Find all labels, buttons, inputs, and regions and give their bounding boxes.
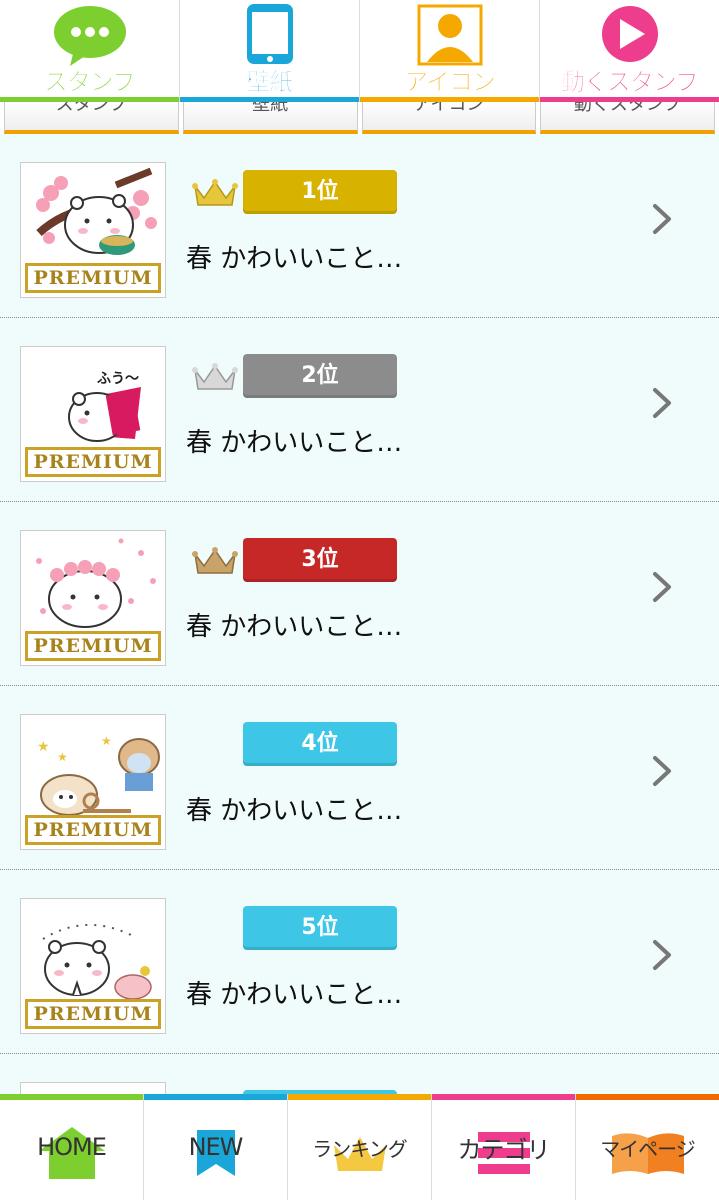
tab-wallpaper-bar	[180, 97, 359, 102]
subtab-icon[interactable]: アイコン	[361, 102, 537, 134]
sub-tabs: スタンプ 壁紙 アイコン 動くスタンプ	[0, 102, 719, 134]
person-icon	[417, 4, 482, 66]
sticker-thumbnail: ★ ★ ★ PREMIUM	[20, 714, 166, 850]
rank-badge: 3位	[243, 538, 397, 582]
nav-ranking-label: ランキング	[312, 1136, 407, 1161]
tab-animated-stamp-label: 動くスタンプ	[560, 68, 700, 97]
subtab-wallpaper[interactable]: 壁紙	[182, 102, 358, 134]
svg-text:★: ★	[37, 739, 50, 755]
chevron-right-icon	[653, 940, 671, 970]
svg-text:★: ★	[101, 734, 112, 748]
app-root: スタンプ 壁紙 アイコン 動くスタンプ スタンプ 壁紙 アイコン 動くスタンプ …	[0, 0, 719, 1200]
tab-icon-label: アイコン	[404, 68, 496, 97]
bronze-crown-icon	[192, 547, 238, 574]
rank-badge: 5位	[243, 906, 397, 950]
sticker-title: 春 かわいいこと…	[186, 428, 403, 458]
nav-home-label: HOME	[37, 1133, 107, 1161]
premium-label: PREMIUM	[25, 447, 161, 477]
nav-ranking[interactable]: ランキング	[288, 1094, 432, 1200]
subtab-stamp[interactable]: スタンプ	[4, 102, 179, 134]
nav-home[interactable]: HOME	[0, 1094, 144, 1200]
ranking-row[interactable]: ★ ★ ★ PREMIUM 4位 春 かわいいこと…	[0, 686, 719, 870]
sticker-thumbnail: PREMIUM	[20, 898, 166, 1034]
nav-mypage-label: マイページ	[600, 1136, 696, 1161]
sticker-thumbnail: PREMIUM	[20, 530, 166, 666]
tab-stamp-label: スタンプ	[43, 68, 137, 97]
subtab-stamp-label: スタンプ	[55, 102, 128, 115]
premium-label: PREMIUM	[25, 815, 161, 845]
rank-badge: 4位	[243, 722, 397, 766]
chevron-right-icon	[653, 756, 671, 786]
silver-crown-icon	[192, 363, 238, 390]
bear-flower-crown-illustration	[36, 538, 156, 628]
smartphone-icon	[246, 4, 293, 64]
category-tabs: スタンプ 壁紙 アイコン 動くスタンプ	[0, 0, 719, 102]
premium-label: PREMIUM	[25, 631, 161, 661]
nav-new-bar	[144, 1094, 287, 1100]
chevron-right-icon	[653, 388, 671, 418]
bottom-nav: HOME NEW ランキング カテゴリ マイページ	[0, 1094, 719, 1200]
ranking-row[interactable]: PREMIUM 3位 春 かわいいこと…	[0, 502, 719, 686]
nav-new[interactable]: NEW	[144, 1094, 288, 1200]
tab-icon[interactable]: アイコン	[360, 0, 540, 102]
chevron-right-icon	[653, 204, 671, 234]
subtab-icon-label: アイコン	[413, 102, 485, 115]
premium-label: PREMIUM	[25, 999, 161, 1029]
chat-bubble-icon	[53, 6, 126, 66]
sticker-thumbnail: PREMIUM	[20, 162, 166, 298]
svg-text:★: ★	[57, 750, 68, 764]
rank-badge: 2位	[243, 354, 397, 398]
nav-category-label: カテゴリ	[457, 1135, 551, 1164]
ranking-row[interactable]: ふう〜 PREMIUM 2位 春 かわいいこと…	[0, 318, 719, 502]
sheep-stars-illustration: ★ ★ ★	[37, 734, 160, 816]
tab-icon-bar	[360, 97, 539, 102]
ranking-row[interactable]: PREMIUM 5位 春 かわいいこと…	[0, 870, 719, 1054]
svg-text:ふう〜: ふう〜	[97, 371, 139, 387]
tab-animated-stamp-bar	[540, 97, 719, 102]
nav-new-label: NEW	[188, 1133, 244, 1161]
tab-stamp[interactable]: スタンプ	[0, 0, 180, 102]
subtab-animated-stamp[interactable]: 動くスタンプ	[540, 102, 715, 134]
sticker-title: 春 かわいいこと…	[186, 980, 403, 1010]
tab-wallpaper-label: 壁紙	[246, 68, 294, 97]
subtab-wallpaper-label: 壁紙	[252, 102, 289, 115]
bear-fan-illustration: ふう〜	[68, 371, 141, 442]
nav-mypage-bar	[576, 1094, 719, 1100]
gold-crown-icon	[192, 179, 238, 206]
bear-praying-illustration	[42, 924, 152, 1000]
sticker-thumbnail: ふう〜 PREMIUM	[20, 346, 166, 482]
tab-animated-stamp[interactable]: 動くスタンプ	[540, 0, 719, 102]
chevron-right-icon	[653, 572, 671, 602]
ranking-list: PREMIUM 1位 春 かわいいこと… ふう〜 PREMIUM 2位 春 かわ…	[0, 134, 719, 1200]
sticker-title: 春 かわいいこと…	[186, 796, 403, 826]
rank-badge: 1位	[243, 170, 397, 214]
tab-wallpaper[interactable]: 壁紙	[180, 0, 360, 102]
bear-sakura-illustration	[36, 167, 157, 255]
sticker-title: 春 かわいいこと…	[186, 244, 403, 274]
nav-mypage[interactable]: マイページ	[576, 1094, 719, 1200]
play-icon	[601, 6, 658, 62]
nav-category[interactable]: カテゴリ	[432, 1094, 576, 1200]
nav-category-bar	[432, 1094, 575, 1100]
sticker-title: 春 かわいいこと…	[186, 612, 403, 642]
nav-home-bar	[0, 1094, 143, 1100]
tab-stamp-bar	[0, 97, 179, 102]
ranking-row[interactable]: PREMIUM 1位 春 かわいいこと…	[0, 134, 719, 318]
subtab-animated-stamp-label: 動くスタンプ	[573, 102, 682, 115]
nav-ranking-bar	[288, 1094, 431, 1100]
premium-label: PREMIUM	[25, 263, 161, 293]
